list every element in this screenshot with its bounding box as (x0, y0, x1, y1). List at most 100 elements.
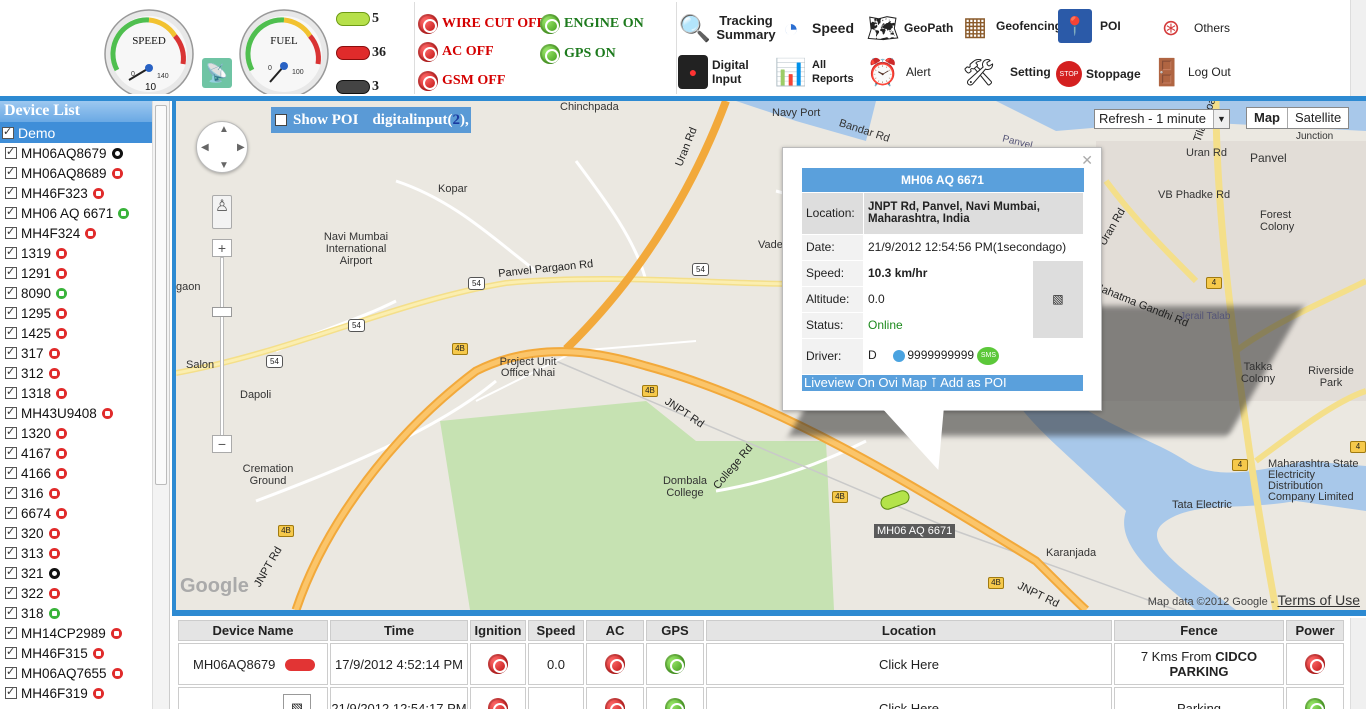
device-list-item[interactable]: 1291 (0, 263, 169, 283)
menu-all-reports[interactable]: 📊 All Reports (774, 52, 854, 92)
device-name[interactable]: MH4F324 (21, 226, 80, 241)
column-header[interactable]: Fence (1114, 620, 1284, 641)
device-list-item[interactable]: MH46F323 (0, 183, 169, 203)
pan-up-icon[interactable]: ▲ (219, 124, 229, 135)
device-name[interactable]: 8090 (21, 286, 51, 301)
device-list-item[interactable]: 4166 (0, 463, 169, 483)
grid-scrollbar[interactable] (1350, 618, 1366, 709)
terms-of-use-link[interactable]: Terms of Use (1278, 592, 1360, 608)
group-checkbox[interactable] (2, 125, 14, 139)
column-header[interactable]: GPS (646, 620, 704, 641)
device-list-item[interactable]: 1425 (0, 323, 169, 343)
device-list-item[interactable]: 316 (0, 483, 169, 503)
device-checkbox[interactable] (5, 625, 17, 639)
device-name[interactable]: 6674 (21, 506, 51, 521)
column-header[interactable]: Ignition (470, 620, 526, 641)
menu-setting[interactable]: 🛠 Setting (962, 52, 1050, 92)
device-name[interactable]: 4167 (21, 446, 51, 461)
menu-alert[interactable]: ⏰ Alert (866, 52, 931, 92)
device-name[interactable]: MH06AQ7655 (21, 666, 107, 681)
pan-right-icon[interactable]: ▶ (237, 142, 245, 153)
device-checkbox[interactable] (5, 245, 17, 259)
device-checkbox[interactable] (5, 565, 17, 579)
device-checkbox[interactable] (5, 685, 17, 699)
device-name[interactable]: MH06AQ8689 (21, 166, 107, 181)
column-header[interactable]: AC (586, 620, 644, 641)
device-checkbox[interactable] (5, 285, 17, 299)
device-name[interactable]: 321 (21, 566, 44, 581)
device-list-item[interactable]: 1320 (0, 423, 169, 443)
add-as-poi-link[interactable]: Add as POI (940, 375, 1006, 390)
device-name[interactable]: 322 (21, 586, 44, 601)
device-checkbox[interactable] (5, 665, 17, 679)
device-list-item[interactable]: 4167 (0, 443, 169, 463)
column-header[interactable]: Time (330, 620, 468, 641)
zoom-out-button[interactable]: − (212, 435, 232, 453)
map-type-satellite-button[interactable]: Satellite (1288, 108, 1348, 128)
menu-speed[interactable]: ◔ Speed (774, 8, 854, 48)
device-checkbox[interactable] (5, 365, 17, 379)
menu-poi[interactable]: 📍 POI (1058, 6, 1121, 46)
menu-geofencing[interactable]: ▦ Geofencing (958, 6, 1062, 46)
street-view-pegman-icon[interactable]: ♙ (212, 195, 232, 229)
device-list-item[interactable]: 320 (0, 523, 169, 543)
device-checkbox[interactable] (5, 225, 17, 239)
device-name[interactable]: MH06 AQ 6671 (21, 206, 113, 221)
device-list-item[interactable]: MH43U9408 (0, 403, 169, 423)
device-name[interactable]: MH14CP2989 (21, 626, 106, 641)
device-name[interactable]: 1295 (21, 306, 51, 321)
device-name[interactable]: 1320 (21, 426, 51, 441)
device-list-item[interactable]: 317 (0, 343, 169, 363)
device-name[interactable]: MH06AQ8679 (21, 146, 107, 161)
device-list-item[interactable]: 1295 (0, 303, 169, 323)
device-name[interactable]: MH43U9408 (21, 406, 97, 421)
pan-control[interactable]: ▲ ▼ ◀ ▶ (196, 121, 248, 173)
device-list-item[interactable]: 1318 (0, 383, 169, 403)
device-checkbox[interactable] (5, 425, 17, 439)
device-name[interactable]: 1318 (21, 386, 51, 401)
device-checkbox[interactable] (5, 445, 17, 459)
zoom-handle[interactable] (212, 307, 232, 317)
device-checkbox[interactable] (5, 205, 17, 219)
device-checkbox[interactable] (5, 405, 17, 419)
refresh-select[interactable]: Refresh - 1 minute ▼ (1094, 109, 1230, 129)
device-checkbox[interactable] (5, 585, 17, 599)
device-checkbox[interactable] (5, 605, 17, 619)
device-name[interactable]: 316 (21, 486, 44, 501)
device-checkbox[interactable] (5, 505, 17, 519)
device-checkbox[interactable] (5, 265, 17, 279)
device-checkbox[interactable] (5, 485, 17, 499)
device-checkbox[interactable] (5, 305, 17, 319)
menu-digital-input[interactable]: ● Digital Input (678, 52, 758, 92)
device-list-item[interactable]: 312 (0, 363, 169, 383)
table-row[interactable]: ▧ 21/9/2012 12:54:17 PM Click Here Parki… (178, 687, 1344, 709)
device-list-item[interactable]: MH06AQ8689 (0, 163, 169, 183)
zoom-in-button[interactable]: + (212, 239, 232, 257)
device-list-item[interactable]: 318 (0, 603, 169, 623)
device-checkbox[interactable] (5, 185, 17, 199)
device-list-item[interactable]: 322 (0, 583, 169, 603)
menu-tracking-summary[interactable]: 🔍 Tracking Summary (678, 8, 776, 48)
device-list-item[interactable]: MH06AQ8679 (0, 143, 169, 163)
location-link[interactable]: Click Here (706, 687, 1112, 709)
device-checkbox[interactable] (5, 465, 17, 479)
pan-down-icon[interactable]: ▼ (219, 160, 229, 171)
device-name[interactable]: 1291 (21, 266, 51, 281)
table-row[interactable]: MH06AQ8679 17/9/2012 4:52:14 PM 0.0 Clic… (178, 643, 1344, 685)
device-name[interactable]: 317 (21, 346, 44, 361)
device-list-item[interactable]: MH06AQ7655 (0, 663, 169, 683)
device-list-item[interactable]: MH4F324 (0, 223, 169, 243)
device-name[interactable]: 318 (21, 606, 44, 621)
device-name[interactable]: 1319 (21, 246, 51, 261)
column-header[interactable]: Speed (528, 620, 584, 641)
device-checkbox[interactable] (5, 345, 17, 359)
device-checkbox[interactable] (5, 145, 17, 159)
menu-logout[interactable]: 🚪 Log Out (1150, 52, 1231, 92)
top-scrollbar[interactable] (1350, 0, 1366, 97)
device-group-demo[interactable]: Demo (0, 122, 152, 143)
device-name[interactable]: 312 (21, 366, 44, 381)
device-list-item[interactable]: MH06 AQ 6671 (0, 203, 169, 223)
zoom-control[interactable]: + − (212, 239, 232, 457)
device-checkbox[interactable] (5, 325, 17, 339)
pan-left-icon[interactable]: ◀ (201, 142, 209, 153)
